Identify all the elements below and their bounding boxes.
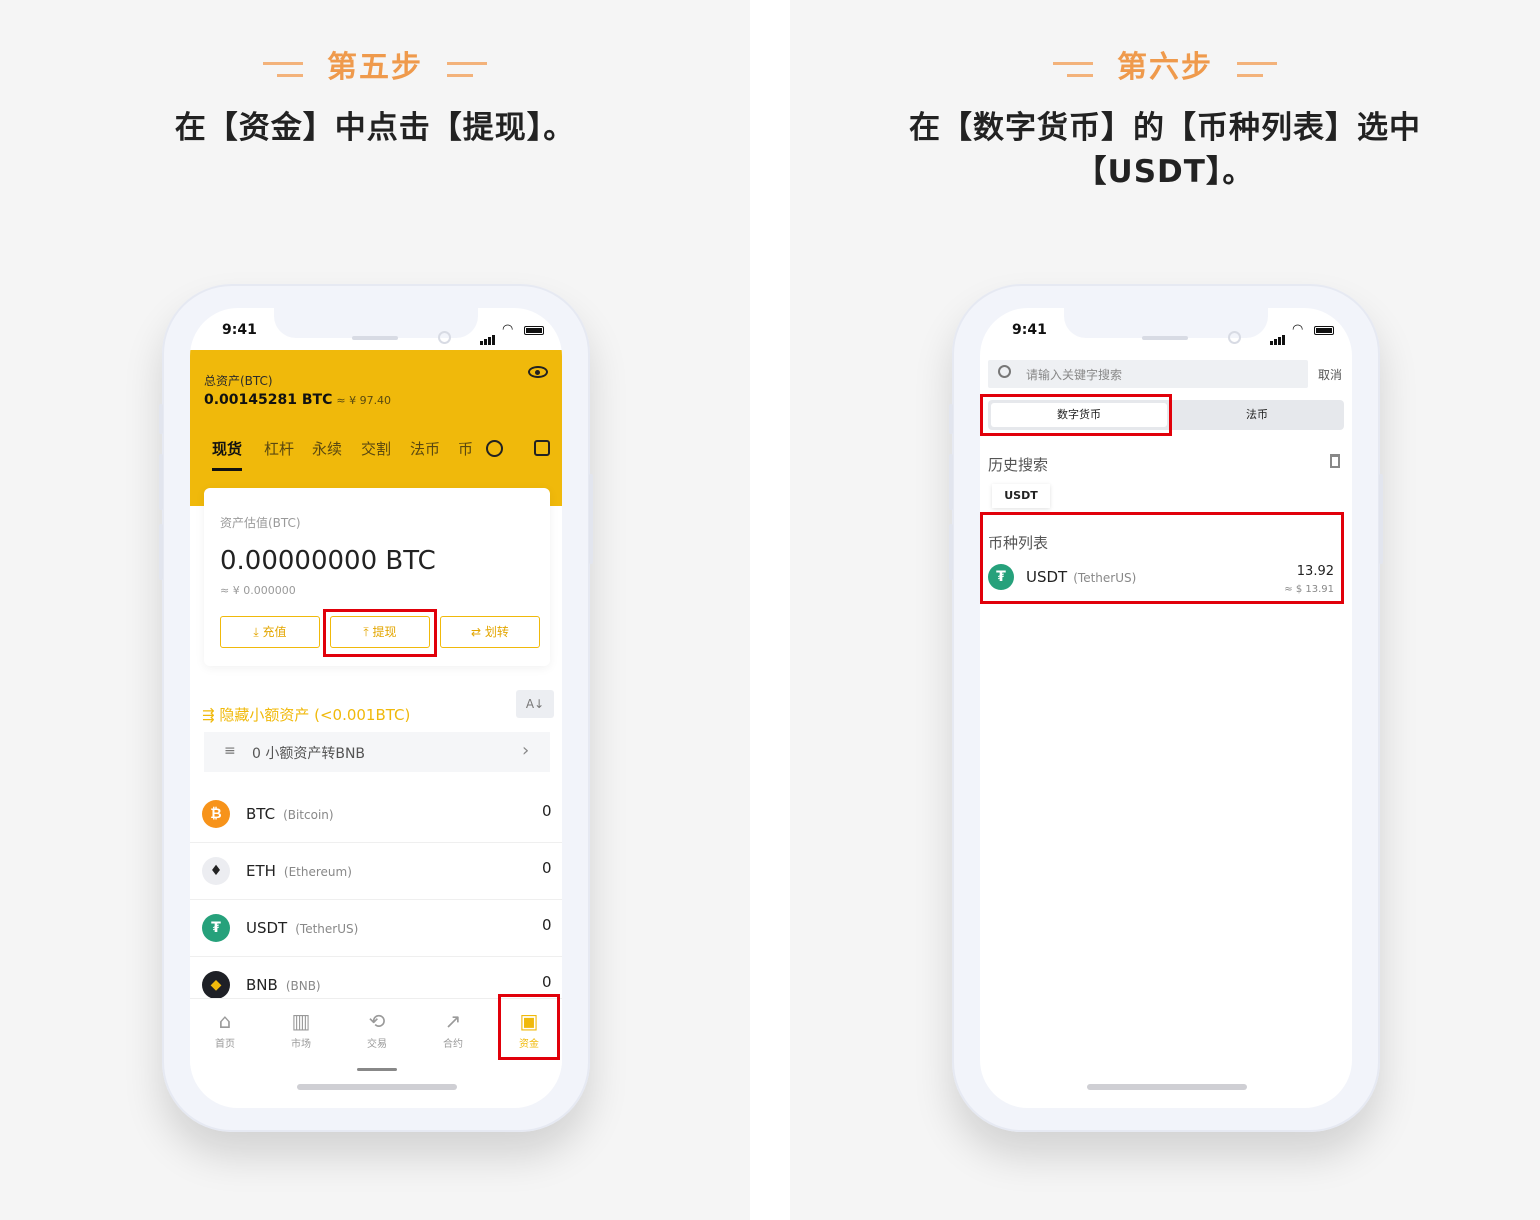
history-chip[interactable]: USDT — [992, 484, 1050, 508]
home-indicator — [1087, 1084, 1247, 1090]
wallet-tabs: 现货 杠杆 永续 交割 法币 币 — [204, 438, 554, 471]
sort-icon[interactable]: A↓ — [516, 690, 554, 718]
valuation-caption: 资产估值(BTC) — [220, 516, 301, 530]
decor-lines-icon — [1053, 58, 1093, 80]
coin-row[interactable]: ₿ BTC (Bitcoin) 0 — [190, 786, 562, 843]
home-indicator — [297, 1084, 457, 1090]
step-five-panel: 第五步 在【资金】中点击【提现】。 9:41 ◠ 总资产(BTC) 0.0014… — [0, 0, 750, 1220]
step-five-title: 第五步 — [0, 42, 750, 86]
download-icon: ⤓ — [253, 625, 263, 639]
wifi-icon: ◠ — [502, 322, 514, 337]
coin-row[interactable]: ₮ USDT (TetherUS) 0 — [190, 900, 562, 957]
coin-logo-icon: ₿ — [202, 800, 230, 828]
total-assets-label: 总资产(BTC) — [204, 374, 273, 388]
tab-margin[interactable]: 杠杆 — [264, 438, 294, 459]
digital-currency-highlight-box — [980, 394, 1172, 436]
exchange-icon: ⟲ — [368, 1009, 386, 1033]
transfer-icon: ⇄ — [471, 625, 485, 639]
convert-to-bnb-row[interactable]: ≡ 0 小额资产转BNB › — [204, 732, 550, 772]
tab-coin[interactable]: 币 — [458, 438, 473, 459]
wallet-icon[interactable] — [534, 440, 550, 456]
history-clock-icon[interactable] — [486, 440, 503, 457]
wifi-icon: ◠ — [1292, 322, 1304, 337]
trash-icon[interactable] — [1330, 454, 1340, 468]
tab-market[interactable]: ▥ 市场 — [276, 1009, 326, 1050]
assets-header: 总资产(BTC) 0.00145281 BTC ≈ ¥ 97.40 现货 杠杆 永… — [190, 350, 562, 506]
battery-icon — [1314, 326, 1334, 335]
decor-lines-icon — [263, 58, 303, 80]
withdraw-highlight-box — [323, 609, 437, 657]
tab-fiat[interactable]: 法币 — [410, 438, 440, 459]
transfer-button[interactable]: ⇄ 划转 — [440, 616, 540, 648]
tab-perpetual[interactable]: 永续 — [312, 438, 342, 459]
tab-trade[interactable]: ⟲ 交易 — [352, 1009, 402, 1050]
valuation-cny: ≈ ¥ 0.000000 — [220, 584, 296, 597]
coin-logo-icon: ◆ — [202, 971, 230, 999]
status-time: 9:41 — [222, 322, 257, 338]
total-assets-value: 0.00145281 BTC ≈ ¥ 97.40 — [204, 392, 392, 408]
coin-row[interactable]: ♦ ETH (Ethereum) 0 — [190, 843, 562, 900]
phone-mockup: 9:41 ◠ 请输入关键字搜索 取消 数字货币 法币 历史搜索 USDT 币种列… — [949, 284, 1383, 1132]
step-six-title: 第六步 — [790, 42, 1540, 86]
battery-icon — [524, 326, 544, 335]
step-five-instruction: 在【资金】中点击【提现】。 — [174, 110, 576, 146]
search-icon — [998, 365, 1011, 378]
decor-lines-icon — [1237, 58, 1277, 80]
tab-delivery[interactable]: 交割 — [361, 438, 391, 459]
step-six-instruction: 在【数字货币】的【币种列表】选中 【USDT】。 — [909, 110, 1421, 190]
hide-small-assets-toggle[interactable]: ⇶ 隐藏小额资产 (<0.001BTC) — [202, 704, 410, 725]
decor-lines-icon — [447, 58, 487, 80]
tab-spot[interactable]: 现货 — [212, 438, 242, 459]
signal-icon — [480, 326, 496, 345]
hide-icon: ⇶ — [202, 706, 220, 724]
history-search-label: 历史搜索 — [988, 456, 1049, 474]
coin-logo-icon: ♦ — [202, 857, 230, 885]
convert-icon: ≡ — [224, 743, 236, 759]
valuation-value: 0.00000000 BTC — [220, 546, 436, 576]
deposit-button[interactable]: ⤓ 充值 — [220, 616, 320, 648]
cancel-button[interactable]: 取消 — [1318, 366, 1342, 383]
step-six-panel: 第六步 在【数字货币】的【币种列表】选中 【USDT】。 9:41 ◠ 请输入关… — [790, 0, 1540, 1220]
signal-icon — [1270, 326, 1286, 345]
tab-futures[interactable]: ↗ 合约 — [428, 1009, 478, 1050]
coin-logo-icon: ₮ — [202, 914, 230, 942]
search-input[interactable]: 请输入关键字搜索 — [988, 360, 1308, 388]
futures-icon: ↗ — [444, 1009, 462, 1033]
phone-screen: 9:41 ◠ 请输入关键字搜索 取消 数字货币 法币 历史搜索 USDT 币种列… — [980, 308, 1352, 1108]
tab-fiat-currency[interactable]: 法币 — [1174, 403, 1340, 427]
bar-chart-icon: ▥ — [291, 1009, 311, 1033]
funds-tab-highlight-box — [498, 994, 560, 1060]
status-time: 9:41 — [1012, 322, 1047, 338]
coin-list-highlight-box — [980, 512, 1344, 604]
phone-mockup: 9:41 ◠ 总资产(BTC) 0.00145281 BTC ≈ ¥ 97.40 … — [159, 284, 593, 1132]
home-icon: ⌂ — [218, 1009, 232, 1033]
tab-home[interactable]: ⌂ 首页 — [200, 1009, 250, 1050]
chevron-right-icon: › — [522, 740, 530, 761]
eye-icon[interactable] — [528, 366, 548, 378]
phone-screen: 9:41 ◠ 总资产(BTC) 0.00145281 BTC ≈ ¥ 97.40 … — [190, 308, 562, 1108]
